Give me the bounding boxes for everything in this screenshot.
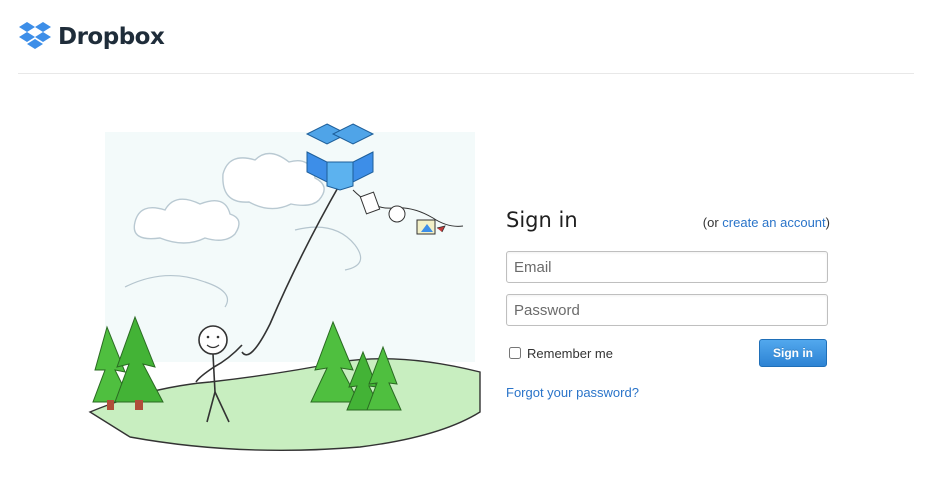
kite-flyer-illustration bbox=[88, 123, 481, 452]
password-input[interactable] bbox=[506, 294, 828, 326]
signin-header: Sign in (or create an account) bbox=[506, 208, 830, 242]
email-input[interactable] bbox=[506, 251, 828, 283]
remember-me[interactable]: Remember me bbox=[506, 346, 613, 361]
signin-button[interactable]: Sign in bbox=[759, 339, 827, 367]
header-divider bbox=[18, 73, 914, 74]
signin-title: Sign in bbox=[506, 208, 578, 232]
remember-me-checkbox[interactable] bbox=[509, 347, 521, 359]
signin-actions: Remember me Sign in bbox=[506, 339, 830, 367]
logo-text[interactable]: Dropbox bbox=[58, 24, 165, 50]
create-account-link[interactable]: create an account bbox=[722, 215, 825, 230]
create-prefix: (or bbox=[702, 215, 723, 230]
forgot-password-link[interactable]: Forgot your password? bbox=[506, 385, 639, 400]
create-account-text: (or create an account) bbox=[703, 215, 830, 230]
header: Dropbox bbox=[18, 20, 165, 54]
create-suffix: ) bbox=[825, 215, 830, 230]
signin-form: Sign in (or create an account) Remember … bbox=[506, 208, 830, 402]
remember-me-label: Remember me bbox=[527, 345, 613, 361]
dropbox-logo-icon[interactable] bbox=[18, 21, 52, 53]
